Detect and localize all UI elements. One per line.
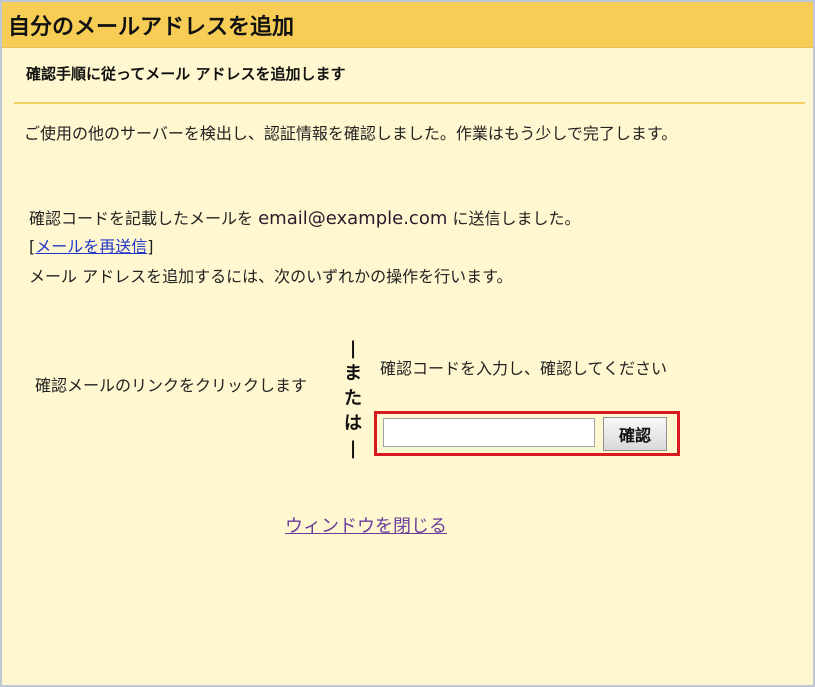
confirm-code-button[interactable]: 確認 (603, 417, 667, 451)
verification-code-highlight: 確認 (374, 411, 680, 456)
add-email-instruction: メール アドレスを追加するには、次のいずれかの操作を行います。 (29, 267, 513, 286)
dialog-subtitle: 確認手順に従ってメール アドレスを追加します (26, 65, 346, 83)
resend-bracket-close: ] (147, 237, 154, 256)
section-divider (14, 102, 805, 104)
resend-line: [メールを再送信] (29, 234, 154, 260)
or-separator-text: | ま た は | (344, 338, 362, 459)
dialog-title: 自分のメールアドレスを追加 (2, 2, 813, 48)
code-sent-message: 確認コードを記載したメールを email@example.com に送信しました… (29, 205, 789, 233)
code-sent-suffix: に送信しました。 (447, 209, 581, 228)
target-email: email@example.com (258, 208, 448, 229)
click-link-option: 確認メールのリンクをクリックします (35, 376, 308, 395)
close-window-link[interactable]: ウィンドウを閉じる (285, 512, 447, 538)
or-separator: | ま た は | (338, 336, 368, 461)
enter-code-option: 確認コードを入力し、確認してください (380, 359, 668, 378)
verification-code-input[interactable] (383, 418, 595, 447)
resend-email-link[interactable]: メールを再送信 (35, 237, 147, 256)
code-sent-prefix: 確認コードを記載したメールを (29, 209, 259, 228)
add-email-dialog: 自分のメールアドレスを追加 確認手順に従ってメール アドレスを追加します ご使用… (0, 0, 815, 687)
verification-intro: ご使用の他のサーバーを検出し、認証情報を確認しました。作業はもう少しで完了します… (24, 124, 678, 143)
